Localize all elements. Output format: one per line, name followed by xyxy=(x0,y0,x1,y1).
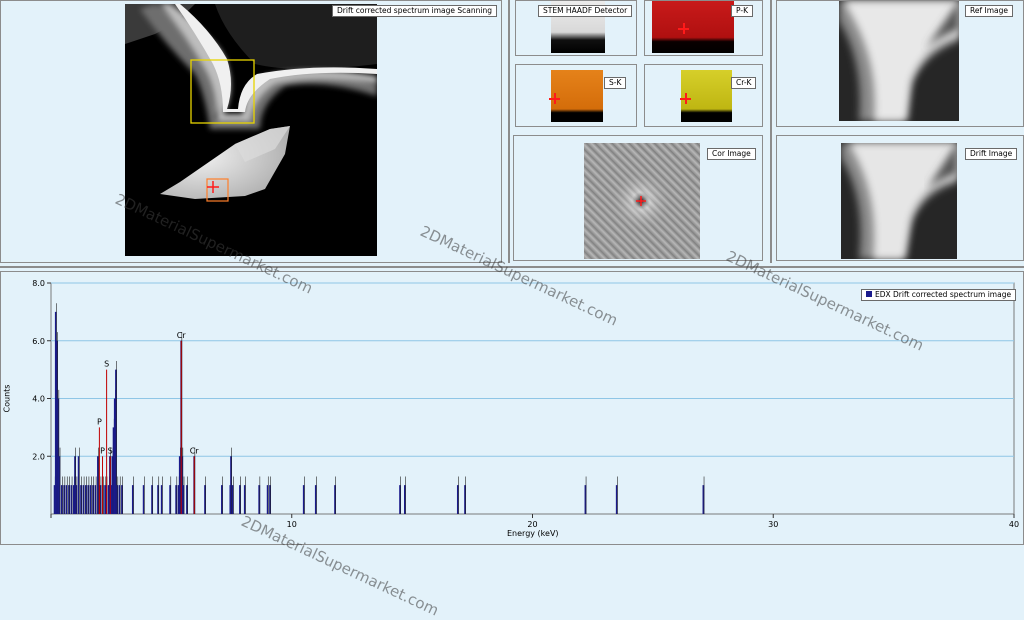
peak-label: Cr xyxy=(177,331,187,340)
cor-image-label: Cor Image xyxy=(707,148,756,160)
p-k-crosshair[interactable] xyxy=(678,23,689,34)
vertical-divider-2[interactable] xyxy=(770,0,772,263)
main-scan-graphic xyxy=(125,4,377,202)
cr-k-crosshair[interactable] xyxy=(680,93,691,104)
peak-label: Cr xyxy=(190,446,200,455)
drift-image-graphic xyxy=(841,143,957,259)
ref-image-label: Ref Image xyxy=(965,5,1014,17)
x-tick-label: 20 xyxy=(527,520,537,529)
cor-image xyxy=(584,143,700,259)
legend-swatch xyxy=(866,291,872,297)
x-tick-label: 10 xyxy=(287,520,297,529)
drift-image-panel: Drift Image xyxy=(776,135,1024,261)
main-scan-panel: Drift corrected spectrum image Scanning xyxy=(0,0,502,263)
s-k-crosshair[interactable] xyxy=(549,93,560,104)
s-k-label: S-K xyxy=(604,77,627,89)
haadf-panel: STEM HAADF Detector xyxy=(515,0,637,56)
ref-image-graphic xyxy=(839,1,959,121)
spectrum-chart[interactable]: 2.04.06.08.010 20 30 40 CrSPP S Cr xyxy=(1,272,1024,546)
horizontal-divider[interactable] xyxy=(0,266,1024,268)
main-scan-label: Drift corrected spectrum image Scanning xyxy=(332,5,497,17)
s-k-panel: S-K xyxy=(515,64,637,127)
haadf-label: STEM HAADF Detector xyxy=(538,5,633,17)
main-scan-image[interactable] xyxy=(125,4,377,256)
drift-image xyxy=(841,143,957,259)
vertical-divider[interactable] xyxy=(508,0,510,263)
y-axis-title: Counts xyxy=(2,384,12,413)
peak-label: P xyxy=(97,417,102,426)
y-tick-label: 2.0 xyxy=(32,452,45,461)
cor-image-panel: Cor Image xyxy=(513,135,763,261)
p-k-map-image xyxy=(652,1,734,53)
y-tick-label: 6.0 xyxy=(32,337,45,346)
cr-k-label: Cr-K xyxy=(731,77,757,89)
p-k-panel: P-K xyxy=(644,0,763,56)
x-tick-label: 30 xyxy=(768,520,778,529)
legend-series-label: EDX Drift corrected spectrum image xyxy=(875,290,1012,299)
drift-image-label: Drift Image xyxy=(965,148,1018,160)
x-tick-label: 40 xyxy=(1009,520,1019,529)
ref-image-panel: Ref Image xyxy=(776,0,1024,127)
cr-k-panel: Cr-K xyxy=(644,64,763,127)
peak-label: S xyxy=(104,360,109,369)
peak-label: P xyxy=(100,446,105,455)
ref-image xyxy=(839,1,959,121)
peak-label: S xyxy=(108,446,113,455)
x-axis-title: Energy (keV) xyxy=(507,529,559,538)
p-k-label: P-K xyxy=(731,5,753,17)
y-tick-label: 8.0 xyxy=(32,279,45,288)
chart-legend[interactable]: EDX Drift corrected spectrum image xyxy=(861,289,1017,301)
spectrum-panel: 2.0 4.0 6.0 8.0 10 20 30 40 Cr S P P S Cr EDX Drift … xyxy=(0,271,1024,545)
cor-image-graphic xyxy=(611,171,671,231)
y-tick-label: 4.0 xyxy=(32,395,45,404)
